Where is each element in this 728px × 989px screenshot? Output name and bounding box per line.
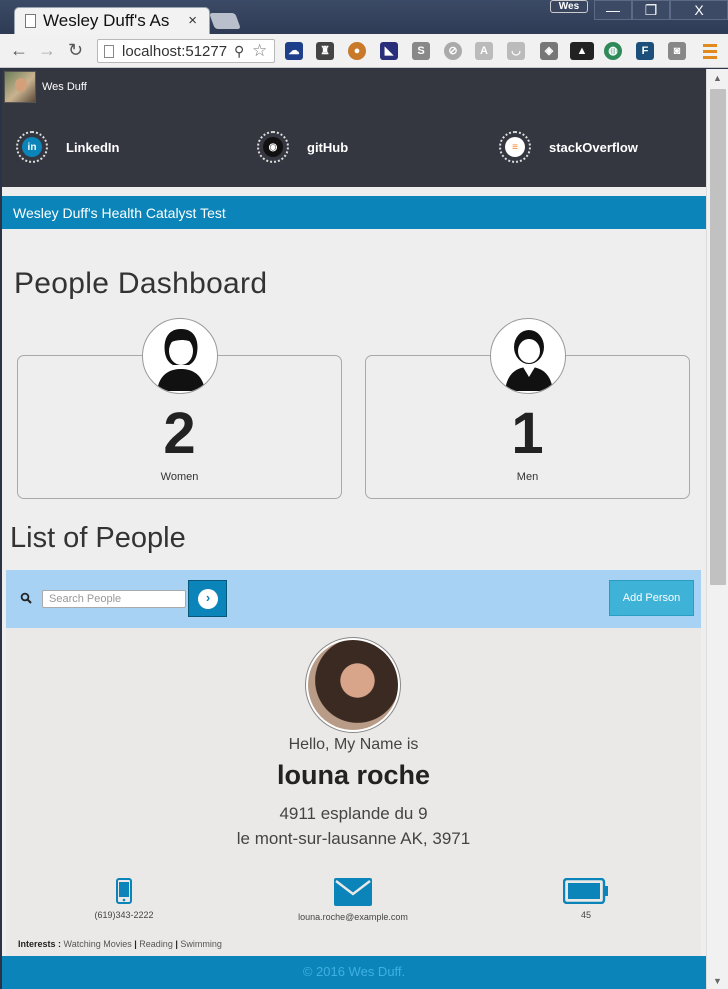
github-icon: ◉	[257, 131, 289, 163]
social-link-github[interactable]: ◉ gitHub	[257, 131, 348, 163]
tab-title: Wesley Duff's As	[43, 11, 170, 30]
women-count: 2	[163, 401, 196, 466]
cookie-extension-icon[interactable]: ●	[348, 42, 366, 60]
linkedin-icon: in	[16, 131, 48, 163]
profile-badge[interactable]: Wes	[550, 0, 588, 13]
angular-extension-icon[interactable]: A	[475, 42, 493, 60]
social-label[interactable]: LinkedIn	[66, 140, 119, 155]
dashboard-title: People Dashboard	[14, 267, 268, 300]
social-link-linkedin[interactable]: in LinkedIn	[16, 131, 119, 163]
person-photo	[305, 637, 401, 733]
stat-card-men: 1 Men	[365, 318, 690, 499]
email-address[interactable]: louna.roche@example.com	[298, 912, 408, 922]
address-line-2: le mont-sur-lausanne AK, 3971	[236, 829, 471, 848]
interest-separator: |	[175, 939, 178, 949]
man-icon	[490, 318, 566, 394]
person-card: Hello, My Name is louna roche 4911 espla…	[6, 628, 701, 958]
compass-extension-icon[interactable]: ⊘	[444, 42, 462, 60]
chevron-right-icon: ›	[198, 589, 218, 609]
reload-icon[interactable]: ↻	[68, 40, 83, 61]
women-label: Women	[160, 471, 199, 483]
stackoverflow-icon: ≡	[499, 131, 531, 163]
pocket-extension-icon[interactable]: ◡	[507, 42, 525, 60]
user-name: Wes Duff	[42, 81, 87, 93]
interest-item: Reading	[139, 939, 173, 949]
page-icon	[25, 14, 36, 28]
address-line-1: 4911 esplande du 9	[279, 804, 428, 823]
site-title[interactable]: Wesley Duff's Health Catalyst Test	[13, 205, 226, 221]
list-title: List of People	[10, 522, 186, 554]
battery-icon	[563, 878, 608, 904]
counter-extension-icon[interactable]: ▲	[570, 42, 594, 60]
forward-icon[interactable]: →	[38, 40, 56, 61]
men-label: Men	[516, 471, 539, 483]
new-tab-button[interactable]	[209, 13, 241, 29]
f-extension-icon[interactable]: F	[636, 42, 654, 60]
copyright-text: © 2016 Wes Duff.	[302, 964, 406, 979]
envelope-icon	[334, 878, 372, 906]
page-icon	[104, 45, 114, 58]
bookmark-star-icon[interactable]: ☆	[252, 41, 267, 61]
scroll-up-icon[interactable]: ▲	[713, 73, 722, 83]
camera-extension-icon[interactable]: ◙	[668, 42, 686, 60]
maximize-button[interactable]: ❐	[632, 0, 670, 20]
extension-icon[interactable]: ◣	[380, 42, 398, 60]
scrollbar-thumb[interactable]	[710, 89, 726, 585]
interests-label: Interests :	[18, 939, 62, 949]
email-contact: louna.roche@example.com	[288, 878, 418, 922]
avatar	[4, 71, 36, 103]
search-submit-button[interactable]: ›	[188, 580, 227, 617]
page-scrollbar[interactable]: ▲ ▼	[706, 69, 728, 989]
age-contact: 45	[551, 878, 621, 920]
search-input[interactable]	[42, 590, 186, 608]
page-viewport: Wes Duff in LinkedIn ◉ gitHub ≡ stackOve…	[2, 69, 706, 989]
browser-tab[interactable]: Wesley Duff's As ×	[14, 7, 210, 34]
site-banner: Wesley Duff's Health Catalyst Test	[2, 196, 706, 229]
social-link-stackoverflow[interactable]: ≡ stackOverflow	[499, 131, 638, 163]
chrome-menu-icon[interactable]	[703, 44, 717, 62]
search-icon	[20, 591, 32, 604]
woman-icon	[142, 318, 218, 394]
person-name: louna roche	[276, 760, 431, 790]
zoom-icon[interactable]: ⚲	[234, 43, 244, 60]
cloud-extension-icon[interactable]: ☁	[285, 42, 303, 60]
chef-extension-icon[interactable]: ♜	[316, 42, 334, 60]
stat-card-women: 2 Women	[17, 318, 342, 499]
page-footer: © 2016 Wes Duff.	[2, 956, 706, 989]
shield-extension-icon[interactable]: ◈	[540, 42, 558, 60]
men-count: 1	[511, 401, 544, 466]
social-label[interactable]: stackOverflow	[549, 140, 638, 155]
phone-icon	[116, 878, 132, 904]
address-bar[interactable]: localhost:51277 ⚲ ☆	[97, 39, 275, 63]
interest-separator: |	[134, 939, 137, 949]
phone-number: (619)343-2222	[94, 910, 154, 920]
tab-close-button[interactable]: ×	[188, 12, 197, 29]
add-person-button[interactable]: Add Person	[609, 580, 694, 616]
age-value: 45	[580, 910, 591, 920]
browser-titlebar: Wesley Duff's As × Wes — ❐ X	[0, 0, 728, 34]
search-toolbar: › Add Person	[6, 570, 701, 628]
phone-contact: (619)343-2222	[84, 878, 164, 920]
close-window-button[interactable]: X	[670, 0, 728, 20]
greeting: Hello, My Name is	[288, 736, 419, 753]
back-icon[interactable]: ←	[10, 40, 28, 61]
social-label[interactable]: gitHub	[307, 140, 348, 155]
scroll-down-icon[interactable]: ▼	[713, 976, 722, 986]
browser-toolbar: ← → ↻ localhost:51277 ⚲ ☆ ☁ ♜ ● ◣ S ⊘ A …	[0, 34, 728, 68]
s-extension-icon[interactable]: S	[412, 42, 430, 60]
globe-extension-icon[interactable]: ◍	[604, 42, 622, 60]
minimize-button[interactable]: —	[594, 0, 632, 20]
profile-header: Wes Duff in LinkedIn ◉ gitHub ≡ stackOve…	[2, 69, 706, 187]
interest-item: Watching Movies	[63, 939, 132, 949]
interest-item: Swimming	[180, 939, 222, 949]
window-controls: — ❐ X	[594, 0, 728, 20]
url-text[interactable]: localhost:51277	[122, 43, 237, 60]
interests-line: Interests : Watching Movies | Reading | …	[18, 939, 222, 949]
